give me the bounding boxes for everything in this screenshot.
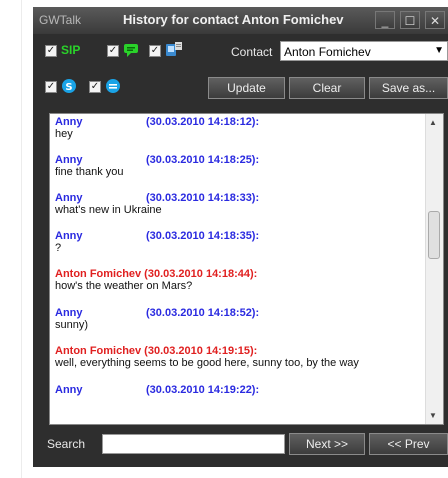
message-timestamp: (30.03.2010 14:19:22): <box>146 384 260 396</box>
message-timestamp: (30.03.2010 14:19:15): <box>144 345 258 357</box>
message-sender: Anny <box>55 116 83 128</box>
scroll-thumb[interactable] <box>428 211 440 259</box>
message-text: what's new in Ukraine <box>55 204 162 216</box>
message-timestamp: (30.03.2010 14:18:44): <box>144 268 258 280</box>
app-name: GWTalk <box>39 13 81 27</box>
message-timestamp: (30.03.2010 14:18:12): <box>146 116 260 128</box>
message-entry: Anton Fomichev (30.03.2010 14:19:15): well… <box>55 345 359 369</box>
message-sender: Anny <box>55 384 83 396</box>
message-timestamp: (30.03.2010 14:18:52): <box>146 307 260 319</box>
message-entry: Anny (30.03.2010 14:18:33): what's new in … <box>55 192 259 216</box>
sip-label: SIP <box>61 43 81 57</box>
search-input[interactable] <box>102 434 285 454</box>
title-bar[interactable]: GWTalk History for contact Anton Fomiche… <box>33 7 448 34</box>
contact-select-value: Anton Fomichev <box>284 45 371 59</box>
save-as-button[interactable]: Save as... <box>369 77 448 99</box>
message-text: how's the weather on Mars? <box>55 280 193 292</box>
message-entry: Anny (30.03.2010 14:18:12): hey <box>55 116 259 140</box>
messenger-icon <box>106 79 120 93</box>
message-text: hey <box>55 128 73 140</box>
search-label: Search <box>47 437 86 451</box>
skype-icon: S <box>62 79 76 93</box>
clear-button[interactable]: Clear <box>289 77 365 99</box>
message-text: sunny) <box>55 319 89 331</box>
close-button[interactable]: ✕ <box>425 11 445 29</box>
message-entry: Anny (30.03.2010 14:18:25): fine thank you <box>55 154 259 178</box>
scroll-up-icon[interactable]: ▲ <box>429 118 437 127</box>
message-timestamp: (30.03.2010 14:18:33): <box>146 192 260 204</box>
sms-icon <box>166 42 182 56</box>
message-entry: Anny (30.03.2010 14:19:22): <box>55 384 259 396</box>
message-timestamp: (30.03.2010 14:18:25): <box>146 154 260 166</box>
history-window: GWTalk History for contact Anton Fomiche… <box>33 7 448 467</box>
sms-checkbox[interactable]: ✓ <box>149 45 161 57</box>
message-sender: Anny <box>55 230 83 242</box>
skype-checkbox[interactable]: ✓ <box>45 81 57 93</box>
contact-label: Contact <box>231 45 273 59</box>
messenger-checkbox[interactable]: ✓ <box>89 81 101 93</box>
window-title: History for contact Anton Fomichev <box>123 12 344 27</box>
message-entry: Anton Fomichev (30.03.2010 14:18:44): how'… <box>55 268 258 292</box>
message-sender: Anny <box>55 307 83 319</box>
message-timestamp: (30.03.2010 14:18:35): <box>146 230 260 242</box>
minimize-button[interactable]: _ <box>375 11 395 29</box>
chat-icon <box>124 44 138 57</box>
message-sender: Anny <box>55 192 83 204</box>
chevron-down-icon: ▼ <box>434 45 444 56</box>
message-sender: Anny <box>55 154 83 166</box>
sip-checkbox[interactable]: ✓ <box>45 45 57 57</box>
contact-select[interactable]: Anton Fomichev ▼ <box>280 41 448 61</box>
maximize-button[interactable]: ☐ <box>400 11 420 29</box>
page-border <box>21 0 22 478</box>
message-text: ? <box>55 242 62 254</box>
message-entry: Anny (30.03.2010 14:18:35):? <box>55 230 259 254</box>
message-text: fine thank you <box>55 166 124 178</box>
prev-button[interactable]: << Prev <box>369 433 448 455</box>
next-button[interactable]: Next >> <box>289 433 365 455</box>
message-log[interactable]: Anny (30.03.2010 14:18:12): hey Anny (30.03.… <box>49 113 444 425</box>
scrollbar[interactable]: ▲ ▼ <box>425 114 443 424</box>
message-sender: Anton Fomichev <box>55 268 142 280</box>
update-button[interactable]: Update <box>208 77 285 99</box>
message-sender: Anton Fomichev <box>55 345 142 357</box>
message-entry: Anny (30.03.2010 14:18:52): sunny) <box>55 307 259 331</box>
message-text: well, everything seems to be good here, … <box>55 357 359 369</box>
scroll-down-icon[interactable]: ▼ <box>429 411 437 420</box>
svg-text:S: S <box>65 82 72 93</box>
chat-checkbox[interactable]: ✓ <box>107 45 119 57</box>
